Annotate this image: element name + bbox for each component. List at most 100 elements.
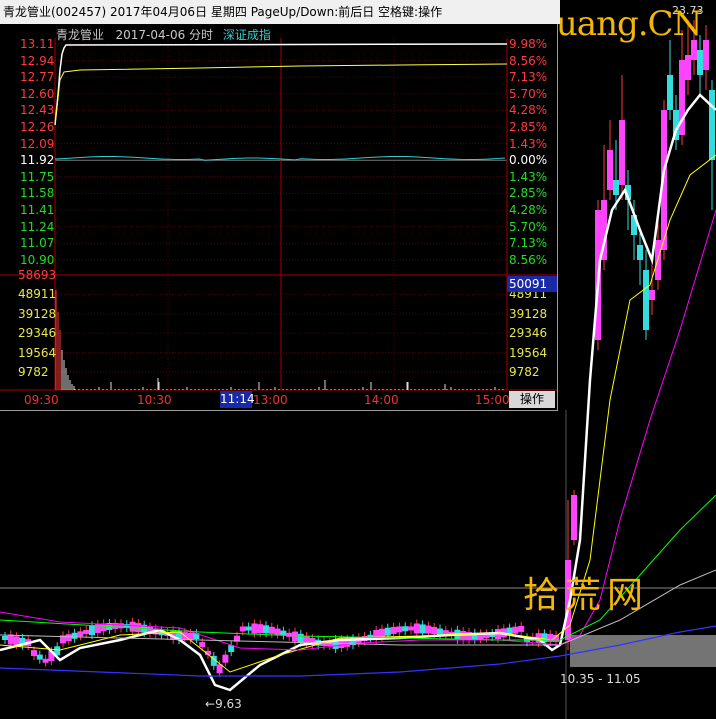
pct-level-label: 5.70%	[509, 86, 548, 101]
volume-level-label: 39128	[18, 306, 57, 321]
volume-level-label: 9782	[18, 365, 49, 379]
volume-level-label: 9782	[509, 365, 540, 379]
candle-body	[390, 626, 397, 634]
cursor-time: 11:14	[220, 391, 255, 408]
candle-body	[607, 150, 613, 190]
operate-button[interactable]: 操作	[509, 391, 555, 408]
candle-body	[384, 627, 391, 636]
candle-body	[571, 495, 577, 540]
time-label: 14:00	[364, 393, 399, 407]
time-label: 15:00	[475, 393, 510, 407]
pct-level-label: 5.70%	[509, 219, 548, 234]
price-level-label: 12.09	[20, 136, 55, 151]
candle-body	[437, 628, 443, 635]
pct-level-label: 2.85%	[509, 186, 548, 201]
range-label: 10.35 - 11.05	[560, 672, 641, 686]
candle-body	[83, 629, 90, 634]
pct-level-label: 7.13%	[509, 236, 548, 251]
volume-level-label: 29346	[509, 326, 548, 341]
pct-level-label: 1.43%	[509, 169, 548, 184]
candle-body	[408, 626, 414, 631]
candle-body	[613, 180, 619, 195]
candle-body	[135, 623, 142, 633]
price-level-label: 11.58	[20, 186, 55, 201]
candle-body	[297, 633, 304, 643]
intraday-popup[interactable]: 青龙管业(002457) 2017年04月06日 星期四 PageUp/Down…	[0, 0, 560, 411]
candle-body	[637, 245, 643, 260]
candle-body	[697, 50, 703, 75]
intraday-header: 青龙管业 2017-04-06 分时 深证成指	[56, 26, 271, 43]
volume-level-label: 19564	[18, 345, 57, 360]
candle-body	[643, 270, 649, 330]
candle-body	[71, 632, 78, 639]
time-axis: 09:30 10:30 13:00 14:00 15:00	[0, 391, 557, 409]
candle-body	[649, 290, 655, 300]
chart-date: 2017-04-06 分时	[115, 28, 214, 42]
candle-body	[222, 654, 229, 663]
candle-body	[413, 623, 420, 634]
price-level-label: 11.24	[20, 219, 55, 234]
candle-body	[292, 631, 298, 642]
pct-level-label: 8.56%	[509, 53, 548, 68]
price-level-label: 11.07	[20, 236, 55, 251]
pct-level-label: 2.85%	[509, 120, 548, 134]
candle-body	[89, 625, 95, 636]
price-level-label: 12.60	[20, 86, 55, 101]
candle-body	[112, 622, 119, 629]
pct-level-label: 7.13%	[509, 70, 548, 85]
candle-body	[286, 632, 293, 637]
pct-level-label: 9.98%	[509, 37, 548, 51]
candle-body	[7, 634, 14, 645]
index-name[interactable]: 深证成指	[223, 28, 271, 42]
candle-body	[431, 627, 438, 635]
volume-cursor-value: 50091	[507, 276, 557, 292]
candle-body	[396, 626, 403, 633]
candle-body	[619, 120, 625, 185]
candle-body	[518, 625, 525, 632]
candle-body	[268, 626, 275, 634]
stock-name: 青龙管业	[56, 28, 105, 42]
watermark-logo-mid: 拾荒网	[523, 575, 650, 616]
pct-level-label: 1.43%	[509, 136, 548, 151]
candle-body	[257, 624, 264, 634]
candle-body	[419, 624, 426, 634]
price-level-label: 10.90	[20, 252, 55, 267]
time-label: 09:30	[24, 393, 59, 407]
chart-low-label: ←9.63	[205, 697, 242, 711]
candle-body	[667, 75, 673, 110]
volume-level-label: 19564	[509, 345, 548, 360]
candle-body	[239, 626, 246, 632]
candle-body	[42, 658, 49, 663]
price-level-label: 12.43	[20, 103, 55, 118]
candle-body	[65, 634, 72, 642]
candle-body	[77, 631, 84, 637]
index-line	[54, 156, 506, 161]
candle-body	[2, 636, 8, 640]
candle-body	[425, 625, 432, 634]
candle-body	[512, 626, 519, 634]
pct-level-label: 4.28%	[509, 103, 548, 118]
candle-body	[263, 625, 269, 634]
time-label: 10:30	[137, 393, 172, 407]
candle-body	[13, 636, 20, 646]
volume-level-label: 29346	[18, 326, 57, 341]
price-level-label: 13.11	[20, 37, 55, 51]
price-level-label: 11.75	[20, 169, 55, 184]
candle-body	[274, 628, 281, 635]
volume-level-label: 48911	[18, 287, 57, 302]
candle-body	[251, 623, 258, 634]
candle-body	[685, 55, 691, 80]
pct-level-label: 0.00%	[509, 153, 548, 168]
candle-body	[129, 621, 136, 632]
intraday-chart[interactable]	[0, 0, 557, 410]
candle-body	[709, 90, 715, 160]
volume-level-label: 39128	[509, 306, 548, 321]
candle-body	[703, 40, 709, 70]
pct-level-label: 8.56%	[509, 252, 548, 267]
candle-body	[31, 650, 37, 657]
price-level-label: 12.26	[20, 120, 55, 134]
candle-body	[402, 626, 409, 632]
pct-level-label: 4.28%	[509, 203, 548, 217]
candle-body	[547, 633, 554, 642]
price-level-label: 11.41	[20, 203, 55, 217]
